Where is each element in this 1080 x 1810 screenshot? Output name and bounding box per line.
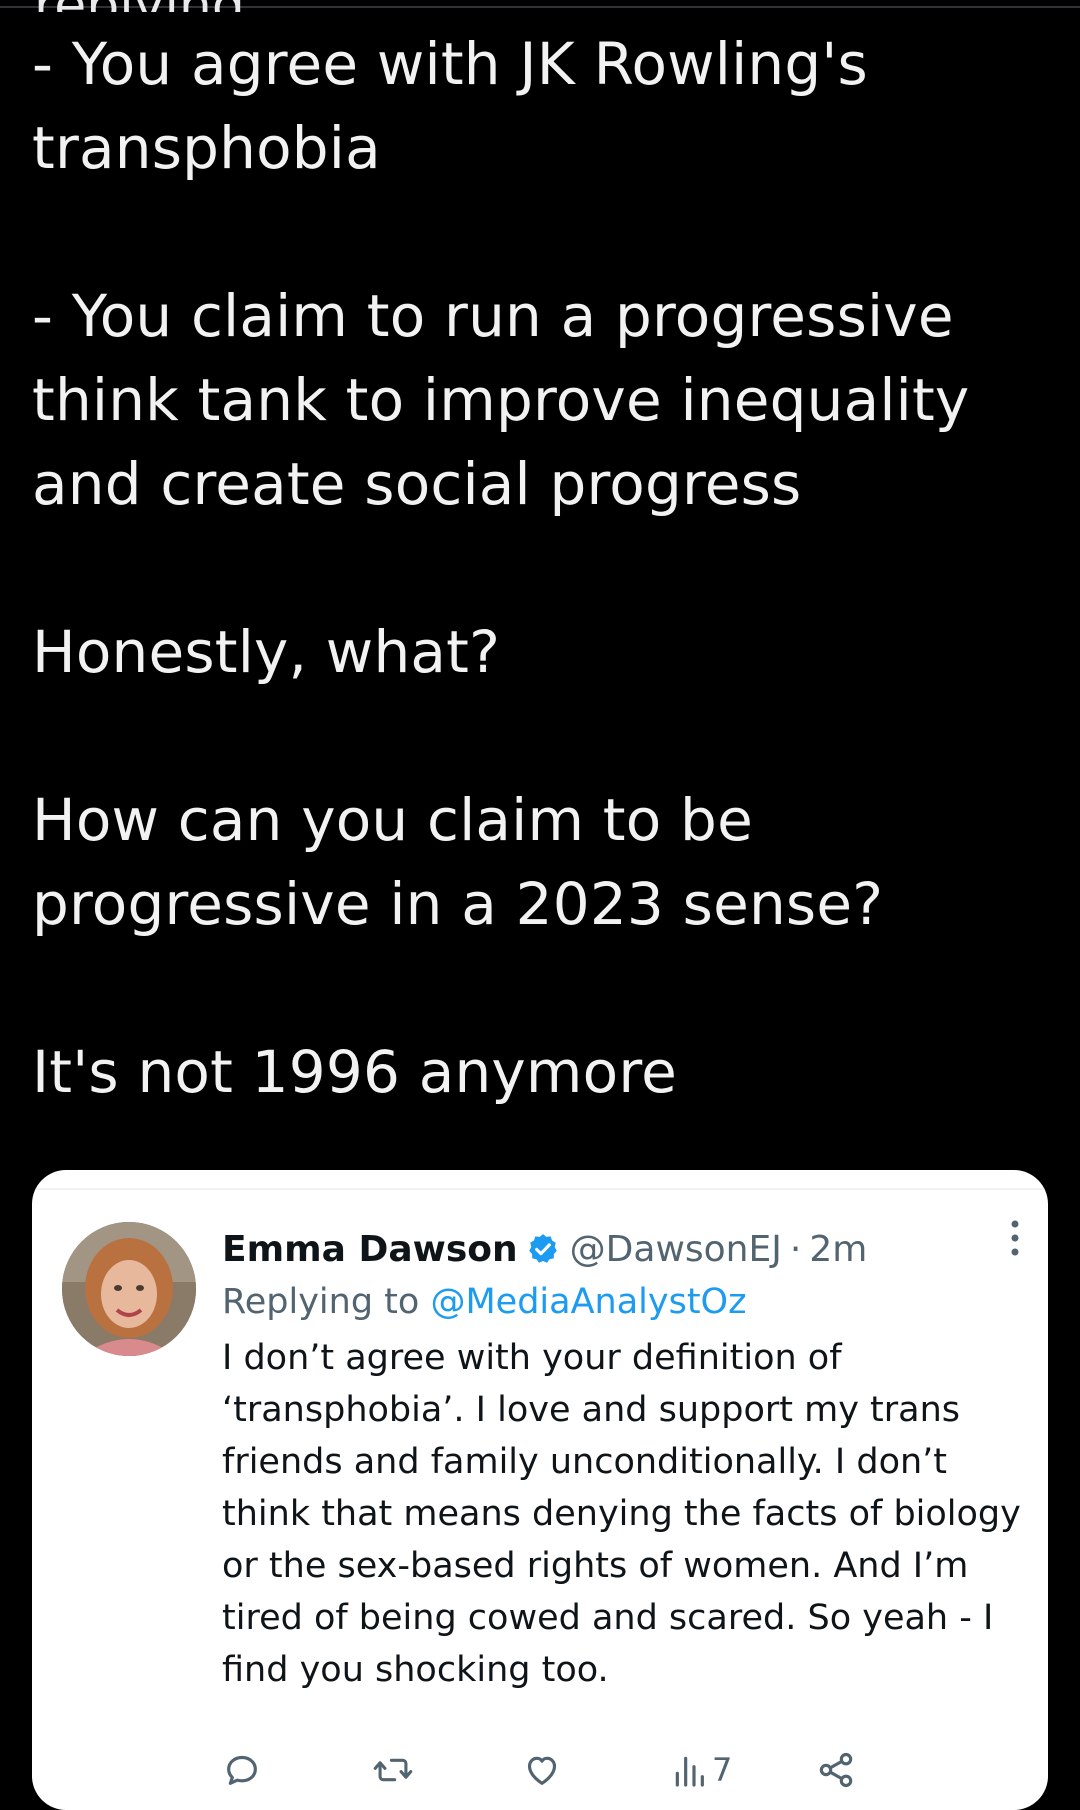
tweet-paragraph: - You claim to run a progressive think t…: [32, 282, 970, 518]
views-button[interactable]: 7: [672, 1750, 732, 1790]
separator-dot: ·: [789, 1228, 802, 1270]
tweet-actions-bar: 7: [222, 1750, 962, 1796]
retweet-icon: [372, 1750, 414, 1790]
quoted-tweet-card[interactable]: Emma Dawson @DawsonEJ · 2m Replying to @…: [32, 1170, 1048, 1810]
heart-icon: [522, 1750, 562, 1790]
author-handle[interactable]: @DawsonEJ: [570, 1229, 782, 1270]
share-button[interactable]: [816, 1750, 856, 1790]
avatar-photo: [62, 1222, 196, 1356]
views-count: 7: [712, 1751, 733, 1789]
replying-to-mention[interactable]: @MediaAnalystOz: [430, 1282, 746, 1322]
quoted-tweet-body: I don’t agree with your definition of ‘t…: [222, 1338, 1021, 1690]
cut-off-text-line: replying: [34, 0, 245, 12]
tweet-paragraph: How can you claim to be progressive in a…: [32, 786, 884, 938]
tweet-header: Emma Dawson @DawsonEJ · 2m: [222, 1222, 1022, 1276]
tweet-paragraph: It's not 1996 anymore: [32, 1038, 677, 1106]
tweet-paragraph: - You agree with JK Rowling's transphobi…: [32, 30, 868, 182]
views-bar-chart-icon: [672, 1750, 706, 1790]
verified-badge-icon: [526, 1232, 560, 1266]
like-button[interactable]: [522, 1750, 562, 1790]
replying-prefix: Replying to: [222, 1282, 420, 1322]
quoted-tweet-content: Emma Dawson @DawsonEJ · 2m Replying to @…: [222, 1222, 1022, 1696]
reply-icon: [222, 1750, 262, 1790]
reply-button[interactable]: [222, 1750, 262, 1790]
author-name[interactable]: Emma Dawson: [222, 1229, 518, 1270]
timestamp[interactable]: 2m: [809, 1229, 867, 1270]
tweet-paragraph: Honestly, what?: [32, 618, 501, 686]
card-divider: [32, 1188, 1048, 1190]
share-icon: [816, 1750, 856, 1790]
avatar[interactable]: [62, 1222, 196, 1356]
retweet-button[interactable]: [372, 1750, 414, 1790]
tweet-text: - You agree with JK Rowling's transphobi…: [32, 22, 1052, 1114]
replying-to-line: Replying to @MediaAnalystOz: [222, 1276, 1022, 1328]
